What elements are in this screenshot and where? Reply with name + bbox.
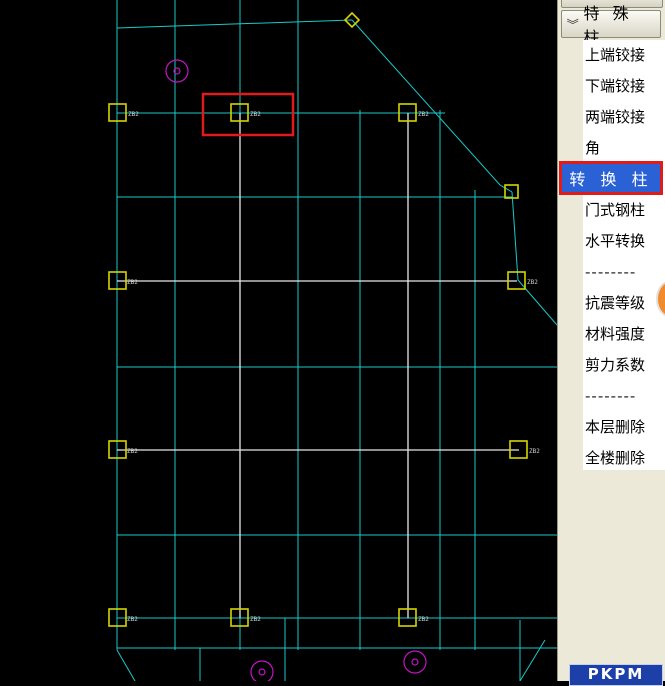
menu-item-shear-coefficient[interactable]: 剪力系数 — [585, 350, 663, 381]
menu-item-horizontal-transfer[interactable]: 水平转换 — [585, 226, 663, 257]
column-tag: ZB2 — [250, 616, 261, 623]
column-tag: ZB2 — [529, 448, 540, 455]
menu-item-seismic-grade[interactable]: 抗震等级 — [585, 288, 663, 319]
grid-lines — [116, 0, 557, 681]
column-tag: ZB2 — [127, 279, 138, 286]
menu-item-top-hinge[interactable]: 上端铰接 — [585, 40, 663, 71]
menu-item-delete-floor[interactable]: 本层删除 — [585, 412, 663, 443]
main-beams — [117, 113, 519, 618]
column-tag: ZB2 — [128, 111, 139, 118]
drawing-canvas[interactable]: ZB2 ZB2 ZB2 ZB2 ZB2 ZB2 ZB2 ZB2 ZB2 ZB2 — [0, 0, 557, 681]
menu-item-portal-steel-column[interactable]: 门式钢柱 — [585, 195, 663, 226]
command-menu: 上端铰接 下端铰接 两端铰接 角 柱 门式钢柱 水平转换 -------- 抗震… — [583, 40, 665, 470]
pkpm-logo: PKPM — [569, 664, 663, 686]
column-tag: ZB2 — [527, 279, 538, 286]
column-tag: ZB2 — [418, 111, 429, 118]
columns[interactable] — [108, 11, 528, 627]
column-tag: ZB2 — [418, 616, 429, 623]
command-panel: ︾ 特 殊 柱 上端铰接 下端铰接 两端铰接 角 柱 门式钢柱 水平转换 ---… — [557, 0, 665, 681]
menu-item-both-hinge[interactable]: 两端铰接 — [585, 102, 663, 133]
node-markers — [165, 59, 427, 681]
special-column-header[interactable]: ︾ 特 殊 柱 — [561, 4, 661, 47]
menu-separator: -------- — [585, 387, 637, 405]
menu-item-bottom-hinge[interactable]: 下端铰接 — [585, 71, 663, 102]
structure-plan[interactable]: ZB2 ZB2 ZB2 ZB2 ZB2 ZB2 ZB2 ZB2 ZB2 ZB2 — [0, 0, 557, 681]
double-chevron-down-icon: ︾ — [566, 17, 579, 32]
column-tag: ZB2 — [250, 111, 261, 118]
menu-item-delete-all[interactable]: 全楼删除 — [585, 443, 663, 474]
menu-separator: -------- — [585, 263, 637, 281]
column-tag: ZB2 — [127, 616, 138, 623]
menu-item-corner-column[interactable]: 角 柱 — [585, 133, 665, 164]
menu-item-material-strength[interactable]: 材料强度 — [585, 319, 663, 350]
menu-item-transfer-column[interactable]: 转 换 柱 — [559, 161, 663, 195]
column-tag: ZB2 — [127, 448, 138, 455]
